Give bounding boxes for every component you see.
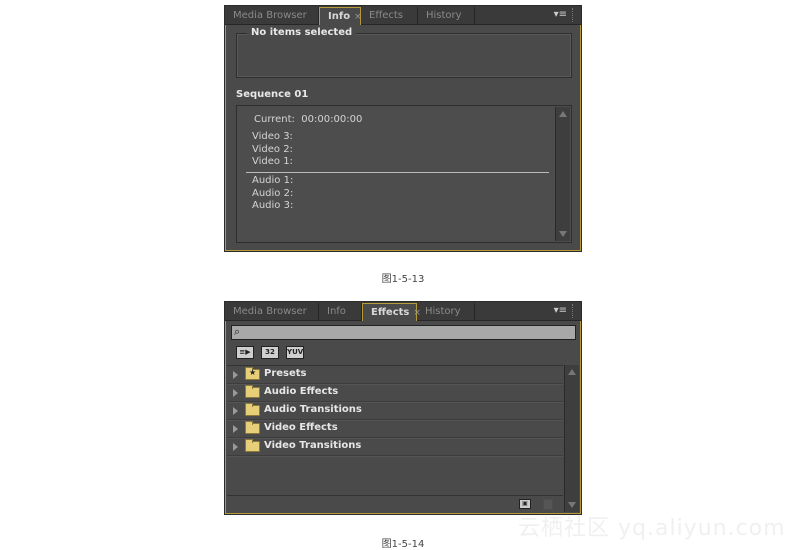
effects-search-input[interactable]: ⌕ xyxy=(231,325,576,340)
effects-panel: Media Browser Info Effects × History ▾≡ ⌕… xyxy=(224,301,582,515)
tree-item-audio-effects[interactable]: Audio Effects xyxy=(227,384,563,402)
divider xyxy=(246,172,549,173)
expand-triangle-icon[interactable] xyxy=(233,371,238,379)
tree-item-video-effects[interactable]: Video Effects xyxy=(227,420,563,438)
scroll-down-icon[interactable] xyxy=(559,231,567,237)
audio-track-1: Audio 1: xyxy=(252,175,294,186)
current-row: Current: 00:00:00:00 xyxy=(254,114,362,125)
presets-folder-icon: ★ xyxy=(245,367,260,380)
tab-media-browser[interactable]: Media Browser xyxy=(225,7,319,24)
tree-item-presets[interactable]: ★ Presets xyxy=(227,366,563,384)
tab-bar: Media Browser Info × Effects History ▾≡ xyxy=(225,6,581,25)
tree-item-audio-transitions[interactable]: Audio Transitions xyxy=(227,402,563,420)
tree-item-label: Audio Effects xyxy=(264,386,339,397)
tree-item-label: Presets xyxy=(264,368,307,379)
tab-bar: Media Browser Info Effects × History ▾≡ xyxy=(225,302,581,321)
effects-body: ⌕ ≡▶ 32 YUV ★ Presets Audio Effects Audio … xyxy=(225,321,581,514)
new-custom-bin-icon[interactable]: ▣ xyxy=(519,499,531,509)
selection-box: No items selected xyxy=(236,27,572,78)
video-track-3: Video 3: xyxy=(252,131,293,142)
folder-icon xyxy=(245,439,260,452)
drag-grip-icon[interactable] xyxy=(572,8,578,22)
panel-footer: ▣ xyxy=(227,495,563,512)
search-icon: ⌕ xyxy=(234,325,241,338)
panel-menu-icon[interactable]: ▾≡ xyxy=(554,305,567,316)
vertical-scrollbar[interactable] xyxy=(564,365,579,512)
tree-item-video-transitions[interactable]: Video Transitions xyxy=(227,438,563,456)
accelerated-effects-button[interactable]: ≡▶ xyxy=(236,346,254,359)
scroll-down-icon[interactable] xyxy=(568,502,576,508)
expand-triangle-icon[interactable] xyxy=(233,425,238,433)
tab-label: Effects xyxy=(369,10,403,21)
sequence-title: Sequence 01 xyxy=(236,89,309,100)
tab-media-browser[interactable]: Media Browser xyxy=(225,303,319,320)
drag-grip-icon[interactable] xyxy=(572,304,578,318)
sequence-info-area: Current: 00:00:00:00 Video 3: Video 2: V… xyxy=(236,105,572,243)
tab-effects[interactable]: Effects xyxy=(361,7,418,24)
scroll-up-icon[interactable] xyxy=(559,111,567,117)
tab-label: Media Browser xyxy=(233,10,307,21)
tree-item-label: Video Transitions xyxy=(264,440,362,451)
tab-label: Media Browser xyxy=(233,306,307,317)
expand-triangle-icon[interactable] xyxy=(233,407,238,415)
tab-label: Info xyxy=(327,306,346,317)
tab-label: Effects xyxy=(371,307,410,318)
yuv-effects-button[interactable]: YUV xyxy=(286,346,304,359)
tree-item-label: Video Effects xyxy=(264,422,338,433)
tab-label: History xyxy=(425,306,461,317)
folder-icon xyxy=(245,385,260,398)
video-track-2: Video 2: xyxy=(252,144,293,155)
video-track-1: Video 1: xyxy=(252,156,293,167)
effects-tree: ★ Presets Audio Effects Audio Transition… xyxy=(227,365,563,496)
scroll-up-icon[interactable] xyxy=(568,369,576,375)
expand-triangle-icon[interactable] xyxy=(233,443,238,451)
filter-buttons: ≡▶ 32 YUV xyxy=(236,346,311,365)
32-bit-effects-button[interactable]: 32 xyxy=(261,346,279,359)
current-timecode: 00:00:00:00 xyxy=(301,114,363,125)
info-body: No items selected Sequence 01 Current: 0… xyxy=(225,25,581,251)
current-label: Current: xyxy=(254,114,295,125)
expand-triangle-icon[interactable] xyxy=(233,389,238,397)
folder-icon xyxy=(245,403,260,416)
audio-track-2: Audio 2: xyxy=(252,188,294,199)
delete-icon[interactable] xyxy=(543,499,553,510)
tab-history[interactable]: History xyxy=(417,303,475,320)
tab-info[interactable]: Info xyxy=(319,303,362,320)
panel-menu-icon[interactable]: ▾≡ xyxy=(554,9,567,20)
audio-track-3: Audio 3: xyxy=(252,200,294,211)
folder-icon xyxy=(245,421,260,434)
vertical-scrollbar[interactable] xyxy=(555,107,570,241)
info-panel: Media Browser Info × Effects History ▾≡ N… xyxy=(224,5,582,252)
figure-caption-2: 图1-5-14 xyxy=(381,539,425,550)
tab-info[interactable]: Info × xyxy=(319,7,362,25)
tab-history[interactable]: History xyxy=(418,7,475,24)
tree-item-label: Audio Transitions xyxy=(264,404,362,415)
figure-caption-1: 图1-5-13 xyxy=(381,274,425,285)
watermark: 云栖社区 yq.aliyun.com xyxy=(518,516,786,541)
tab-label: History xyxy=(426,10,462,21)
tab-label: Info xyxy=(328,11,351,22)
selection-title: No items selected xyxy=(247,27,357,38)
tab-effects[interactable]: Effects × xyxy=(362,303,421,321)
